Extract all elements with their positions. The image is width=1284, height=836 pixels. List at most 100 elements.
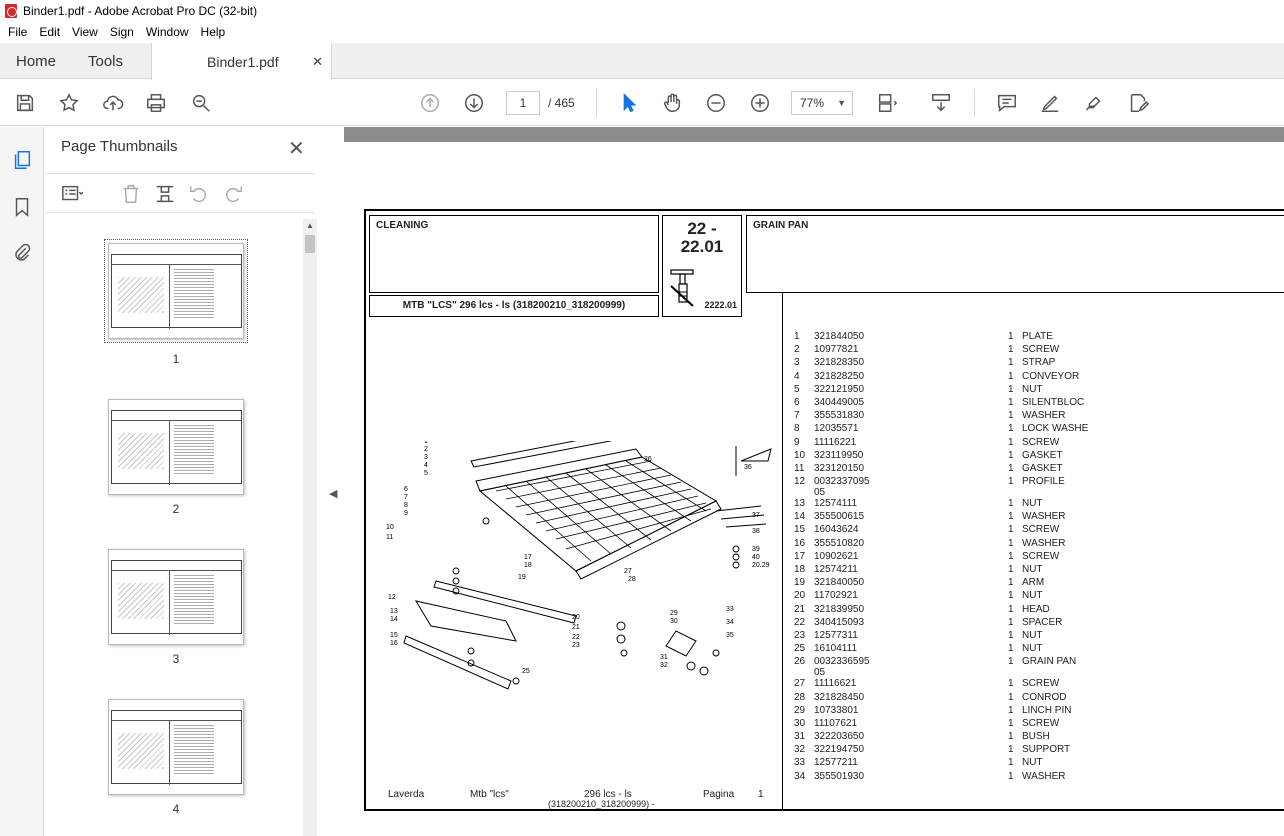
- part-description: SCREW: [1022, 678, 1060, 690]
- star-icon[interactable]: [57, 91, 81, 115]
- hand-tool-icon[interactable]: [660, 91, 684, 115]
- tab-home[interactable]: Home: [16, 43, 56, 79]
- page-number-input[interactable]: 1: [506, 91, 540, 115]
- tab-document[interactable]: Binder1.pdf ✕: [151, 43, 332, 80]
- close-panel-icon[interactable]: ✕: [288, 136, 305, 161]
- thumbnail-page-1[interactable]: [104, 239, 248, 343]
- footer-page-label: Pagina: [703, 789, 735, 800]
- part-index: 31: [794, 731, 806, 743]
- zoom-in-icon[interactable]: [748, 91, 772, 115]
- select-arrow-icon[interactable]: [617, 91, 641, 115]
- diagram-callout: 20: [572, 614, 580, 621]
- diagram-callout: 30: [670, 618, 678, 625]
- rotate-right-icon[interactable]: [222, 183, 244, 205]
- part-index: 3: [794, 357, 800, 369]
- menu-help[interactable]: Help: [197, 25, 230, 39]
- part-quantity: 1: [1008, 537, 1014, 549]
- part-code: 10977821: [814, 344, 859, 356]
- part-code: 321828350: [814, 357, 865, 369]
- table-row: 33 12577211 1 NUT: [794, 757, 1274, 770]
- part-description: NUT: [1022, 643, 1043, 655]
- table-row: 19 321840050 1 ARM: [794, 577, 1274, 590]
- thumbnail-page-3[interactable]: [108, 549, 244, 645]
- part-description: SCREW: [1022, 344, 1060, 356]
- part-description: PROFILE: [1022, 476, 1065, 488]
- save-icon[interactable]: [13, 91, 37, 115]
- part-quantity: 1: [1008, 410, 1014, 422]
- part-code: 12035571: [814, 423, 859, 435]
- zoom-search-icon[interactable]: [189, 91, 213, 115]
- part-description: NUT: [1022, 383, 1043, 395]
- comment-icon[interactable]: [995, 91, 1019, 115]
- edit-pdf-icon[interactable]: [1126, 91, 1150, 115]
- part-code: 321844050: [814, 331, 865, 342]
- previous-page-icon[interactable]: [418, 91, 442, 115]
- menu-edit[interactable]: Edit: [35, 25, 64, 39]
- part-code: 321828450: [814, 691, 865, 703]
- delete-page-icon[interactable]: [120, 183, 142, 205]
- diagram-callout: 20.29: [752, 562, 770, 569]
- part-code: 322194750: [814, 744, 865, 756]
- zoom-value: 77%: [800, 96, 825, 110]
- thumbnail-options-icon[interactable]: [61, 183, 84, 205]
- extract-page-icon[interactable]: [154, 183, 176, 205]
- table-row: 3 321828350 1 STRAP: [794, 357, 1274, 370]
- part-description: GASKET: [1022, 462, 1063, 474]
- print-icon[interactable]: [144, 91, 168, 115]
- diagram-callout: 40: [752, 554, 760, 561]
- acrobat-logo-icon: [5, 4, 17, 18]
- menu-sign[interactable]: Sign: [106, 25, 138, 39]
- table-number-line2: 22.01: [680, 237, 724, 256]
- part-code: 321839950: [814, 603, 865, 615]
- footer-page-number: 1: [758, 789, 764, 800]
- table-row: 31 322203650 1 BUSH: [794, 731, 1274, 744]
- attachment-icon[interactable]: [11, 242, 33, 264]
- part-code: 0032337095 05: [814, 476, 870, 499]
- part-index: 21: [794, 603, 806, 615]
- toolbar-divider: [596, 89, 597, 117]
- rotate-left-icon[interactable]: [188, 183, 210, 205]
- table-row: 20 11702921 1 NUT: [794, 590, 1274, 603]
- collapse-panel-icon[interactable]: ◀: [329, 487, 337, 500]
- part-index: 9: [794, 436, 800, 448]
- part-description: SCREW: [1022, 550, 1060, 562]
- part-quantity: 1: [1008, 678, 1014, 690]
- tab-tools[interactable]: Tools: [88, 43, 123, 79]
- part-description: NUT: [1022, 564, 1043, 575]
- part-quantity: 1: [1008, 344, 1014, 356]
- thumbnail-page-4[interactable]: [108, 699, 244, 795]
- upload-cloud-icon[interactable]: [101, 91, 125, 115]
- page-fit-icon[interactable]: [875, 91, 899, 115]
- close-icon[interactable]: ✕: [312, 54, 323, 70]
- next-page-icon[interactable]: [462, 91, 486, 115]
- bookmark-icon[interactable]: [11, 196, 33, 218]
- sign-icon[interactable]: [1082, 91, 1106, 115]
- zoom-select[interactable]: 77% ▼: [791, 91, 853, 115]
- diagram-callout: 29: [670, 610, 678, 617]
- diagram-callout: 23: [572, 642, 580, 649]
- section-title: CLEANING: [376, 220, 429, 231]
- scroll-mode-icon[interactable]: [929, 91, 953, 115]
- diagram-callout: 7: [404, 494, 408, 501]
- menu-view[interactable]: View: [68, 25, 102, 39]
- diagram-callout: 38: [752, 528, 760, 535]
- thumbnail-scrollbar[interactable]: ▲: [303, 219, 317, 836]
- zoom-out-icon[interactable]: [704, 91, 728, 115]
- scroll-up-icon[interactable]: ▲: [306, 221, 314, 230]
- table-row: 18 12574211 1 NUT: [794, 564, 1274, 577]
- scroll-thumb[interactable]: [305, 235, 315, 253]
- table-row: 21 321839950 1 HEAD: [794, 604, 1274, 617]
- page-thumbnails-icon[interactable]: [11, 149, 33, 171]
- part-code: 323119950: [814, 449, 864, 461]
- thumbnail-page-2[interactable]: [108, 399, 244, 495]
- part-quantity: 1: [1008, 616, 1014, 628]
- table-row: 4 321828250 1 CONVEYOR: [794, 371, 1274, 384]
- diagram-callout: 19: [518, 574, 526, 581]
- table-row: 8 12035571 1 LOCK WASHE: [794, 423, 1274, 436]
- part-quantity: 1: [1008, 462, 1014, 474]
- menu-window[interactable]: Window: [142, 25, 193, 39]
- highlight-pen-icon[interactable]: [1038, 91, 1062, 115]
- menu-file[interactable]: File: [4, 25, 31, 39]
- column-divider: [782, 293, 783, 811]
- part-quantity: 1: [1008, 704, 1014, 716]
